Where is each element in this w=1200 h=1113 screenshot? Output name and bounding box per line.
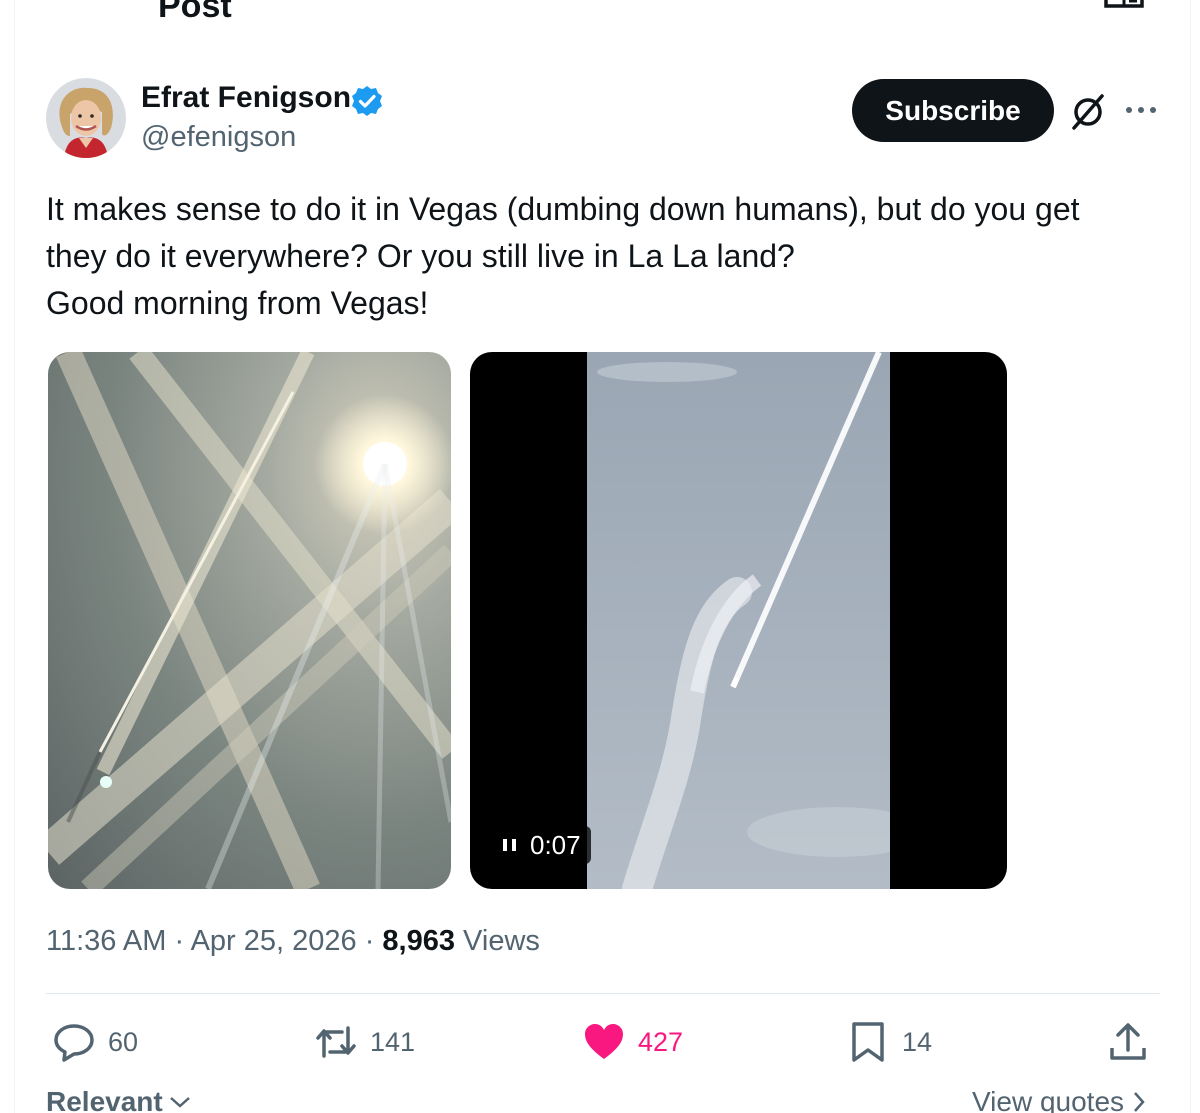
post-photo[interactable]: [48, 352, 451, 889]
verified-badge-icon[interactable]: [350, 84, 384, 118]
bookmark-button[interactable]: 14: [846, 1018, 932, 1066]
author-name[interactable]: Efrat Fenigson: [141, 80, 351, 116]
post-time[interactable]: 11:36 AM: [46, 925, 166, 957]
like-button[interactable]: 427: [582, 1018, 683, 1066]
video-frame[interactable]: [587, 352, 890, 889]
share-button[interactable]: [1106, 1018, 1150, 1066]
post-text-line: Good morning from Vegas!: [46, 285, 429, 321]
more-horizontal-icon[interactable]: [1124, 98, 1158, 122]
meta-separator: ·: [356, 925, 383, 957]
view-quotes-label: View quotes: [972, 1086, 1125, 1113]
chevron-down-icon: [169, 1097, 190, 1108]
repost-button[interactable]: 141: [314, 1018, 415, 1066]
like-count: 427: [638, 1026, 684, 1057]
bookmark-count: 14: [902, 1026, 933, 1057]
frame-border-left: [14, 0, 15, 1113]
divider: [46, 993, 1160, 994]
post-text-line: It makes sense to do it in Vegas (dumbin…: [46, 191, 1080, 227]
sort-replies-button[interactable]: Relevant: [46, 1084, 191, 1113]
video-time: 0:07: [530, 830, 581, 860]
pause-icon[interactable]: [502, 836, 518, 854]
reply-button[interactable]: 60: [52, 1018, 138, 1066]
views-label: Views: [455, 925, 540, 957]
view-quotes-link[interactable]: View quotes: [972, 1084, 1146, 1113]
views-count: 8,963: [382, 925, 455, 957]
author-handle[interactable]: @efenigson: [141, 120, 296, 154]
chevron-right-icon: [1134, 1092, 1145, 1112]
avatar[interactable]: [46, 78, 126, 158]
grok-icon[interactable]: [1068, 92, 1108, 132]
reader-icon[interactable]: [1104, 0, 1144, 20]
repost-icon: [316, 1026, 356, 1058]
arrow-left-icon[interactable]: [48, 0, 88, 18]
repost-count: 141: [370, 1026, 416, 1057]
meta-separator: ·: [166, 925, 191, 957]
video-time-badge: 0:07: [488, 826, 591, 864]
heart-icon: [585, 1024, 623, 1059]
post-date[interactable]: Apr 25, 2026: [191, 925, 357, 957]
subscribe-button[interactable]: Subscribe: [852, 79, 1054, 142]
post-text-line: they do it everywhere? Or you still live…: [46, 238, 795, 274]
post-meta: 11:36 AM · Apr 25, 2026 · 8,963 Views: [46, 922, 540, 960]
post-text: It makes sense to do it in Vegas (dumbin…: [46, 186, 1166, 327]
sort-label: Relevant: [46, 1086, 163, 1113]
frame-border-right: [1190, 0, 1191, 1113]
post-video[interactable]: 0:07: [470, 352, 1007, 889]
reply-icon: [54, 1024, 94, 1062]
page-title: Post: [158, 0, 232, 25]
share-icon: [1110, 1023, 1146, 1060]
bookmark-icon: [852, 1022, 884, 1062]
reply-count: 60: [108, 1026, 139, 1057]
